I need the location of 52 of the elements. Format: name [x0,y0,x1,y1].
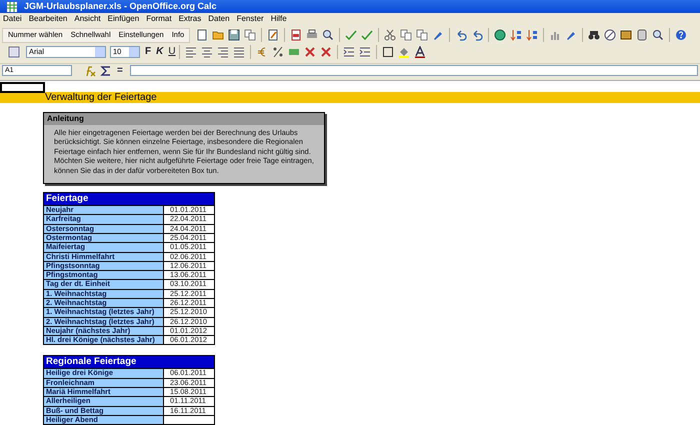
copy-icon[interactable] [416,29,428,41]
undo-icon[interactable] [471,29,484,41]
align-right-icon[interactable] [216,46,229,58]
help-icon[interactable] [675,29,688,41]
folder-icon[interactable] [212,29,224,41]
binoculars-icon[interactable] [588,29,600,41]
magnifier-icon[interactable] [322,29,334,41]
format-button[interactable]: U [168,47,176,57]
edit-icon[interactable] [267,29,280,41]
indent-icon[interactable] [342,46,355,58]
undo-icon[interactable] [455,29,468,41]
selected-cell[interactable] [0,82,45,93]
document-icon[interactable] [196,29,208,41]
menu-item[interactable]: Format [146,15,172,23]
fill-color-icon[interactable] [398,46,410,58]
menu-item[interactable]: Fenster [236,15,264,23]
format-button[interactable]: F [145,47,152,57]
spreadsheet-icon[interactable] [6,0,18,12]
border-icon[interactable] [382,46,394,58]
printer-icon[interactable] [306,29,318,41]
table-header: Regionale Feiertage [44,356,214,368]
formula-input[interactable] [130,65,698,76]
note-title: Anleitung [44,113,324,125]
copy-icon[interactable] [244,29,256,41]
font-color-icon[interactable] [414,46,426,58]
currency-icon[interactable] [256,46,268,58]
sheet-heading: Verwaltung der Feiertage [0,92,700,103]
align-center-icon[interactable] [200,46,213,58]
window-title: JGM-Urlaubsplaner.xls - OpenOffice.org Calc [24,2,217,11]
equals-button[interactable]: = [117,66,123,76]
table-header: Feiertage [44,193,214,206]
copy-icon[interactable] [400,29,412,41]
menu-item[interactable]: Hilfe [270,15,287,23]
percent-icon[interactable] [272,46,284,58]
pdf-icon[interactable] [290,29,302,41]
sum-icon[interactable] [100,64,112,76]
format-button[interactable]: K [156,47,164,57]
align-left-icon[interactable] [184,46,197,58]
indent-icon[interactable] [358,46,371,58]
menu-item[interactable]: Datei [3,15,22,23]
function-wizard-icon[interactable] [84,64,96,76]
scissors-icon[interactable] [384,29,396,41]
menu-item[interactable]: Ansicht [74,15,101,23]
magnifier-icon[interactable] [652,29,664,41]
menu-item[interactable]: Einfügen [108,15,140,23]
menu-item[interactable]: Daten [208,15,230,23]
justify-icon[interactable] [232,46,245,58]
menu-item[interactable]: Extras [178,15,202,23]
menu-item[interactable]: Bearbeiten [28,15,68,23]
sort-icon[interactable] [510,29,522,41]
styles-icon[interactable] [8,46,20,58]
sort-icon[interactable] [526,29,538,41]
